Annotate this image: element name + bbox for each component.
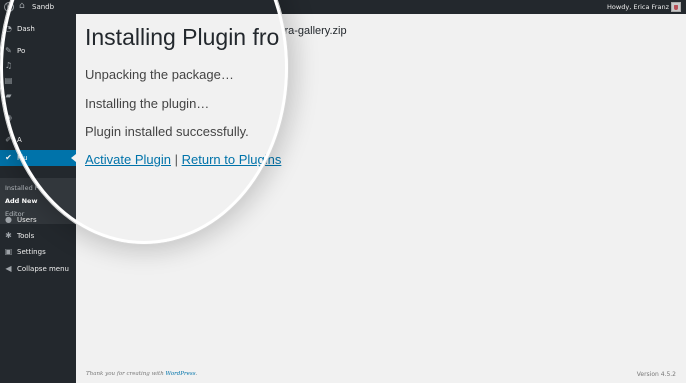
tools-icon: ✱ (5, 231, 12, 240)
sidebar-item-label: Po (17, 47, 26, 55)
status-installing: Installing the plugin… (85, 96, 210, 111)
footer-thanks-suffix: . (195, 371, 198, 377)
users-icon: ● (5, 215, 12, 224)
wordpress-link[interactable]: WordPress (166, 371, 196, 377)
status-installed: Plugin installed successfully. (85, 124, 249, 139)
sidebar-item-posts[interactable]: ✎ Po (0, 43, 76, 59)
site-name-link[interactable]: Sandb (32, 3, 54, 11)
admin-sidebar: ◔ Dash ✎ Po ♫ ▤ ▰ ◉ ✐ A ✔ Plu Installed … (0, 14, 76, 383)
sidebar-item-label: Tools (17, 232, 35, 240)
sidebar-item-label: Settings (17, 248, 46, 256)
footer-thanks: Thank you for creating with WordPress. (86, 371, 197, 377)
sidebar-item-appearance[interactable]: ◉ (0, 110, 76, 126)
plugin-icon: ✐ (5, 135, 12, 144)
collapse-icon: ◀ (5, 264, 12, 273)
admin-bar: W ⌂ Sandb Howdy, Erica Franz (0, 0, 686, 14)
wordpress-logo-icon[interactable]: W (4, 2, 14, 12)
sidebar-item-label: A (17, 136, 22, 144)
avatar[interactable] (671, 2, 681, 12)
pages-icon: ▤ (4, 76, 13, 85)
collapse-menu-button[interactable]: ◀ Collapse menu (0, 261, 76, 277)
media-icon: ♫ (4, 61, 13, 70)
sidebar-item-plugin-partial[interactable]: ✐ A (0, 132, 76, 148)
sidebar-item-users[interactable]: ● Users (0, 212, 76, 228)
activate-plugin-link[interactable]: Activate Plugin (85, 152, 171, 167)
dashboard-icon: ◔ (5, 24, 12, 33)
settings-icon: ▣ (4, 247, 13, 256)
link-separator: | (171, 152, 182, 167)
sidebar-item-label: Dash (17, 25, 35, 33)
sidebar-item-label: Collapse menu (17, 265, 69, 273)
appearance-icon: ◉ (5, 113, 12, 122)
return-to-plugins-link[interactable]: Return to Plugins (182, 152, 282, 167)
comments-icon: ▰ (5, 91, 12, 100)
submenu-add-new[interactable]: Add New (5, 197, 37, 205)
page-title: Installing Plugin fro (85, 24, 280, 50)
footer-version: Version 4.5.2 (636, 371, 676, 378)
sidebar-item-label: Users (17, 216, 37, 224)
page-title-tail: ira-gallery.zip (282, 25, 347, 37)
howdy-user-link[interactable]: Howdy, Erica Franz (607, 3, 669, 11)
sidebar-item-pages[interactable]: ▤ (0, 73, 76, 89)
sidebar-item-settings[interactable]: ▣ Settings (0, 244, 76, 260)
home-icon[interactable]: ⌂ (19, 1, 25, 12)
status-unpacking: Unpacking the package… (85, 67, 234, 82)
main-content: Installing Plugin fro Unpacking the pack… (76, 14, 686, 383)
sidebar-item-plugins[interactable]: ✔ Plu (0, 150, 76, 166)
plugins-icon: ✔ (5, 153, 12, 162)
sidebar-item-label: Plu (17, 154, 28, 162)
action-links: Activate Plugin | Return to Plugins (85, 152, 281, 167)
pin-icon: ✎ (5, 46, 12, 55)
sidebar-item-dashboard[interactable]: ◔ Dash (0, 21, 76, 37)
sidebar-item-comments[interactable]: ▰ (0, 88, 76, 104)
sidebar-item-tools[interactable]: ✱ Tools (0, 228, 76, 244)
submenu-installed-plugins[interactable]: Installed P (5, 184, 39, 192)
footer-thanks-text: Thank you for creating with (86, 371, 166, 377)
sidebar-item-media[interactable]: ♫ (0, 58, 76, 74)
